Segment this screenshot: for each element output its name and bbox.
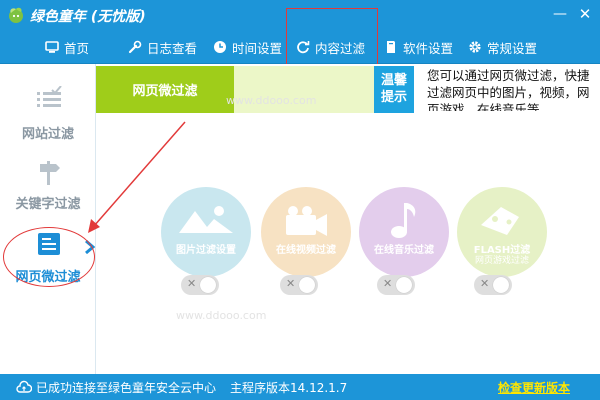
nav-item-label: 日志查看 [147, 40, 198, 56]
app-logo-icon [9, 7, 23, 23]
nav-item-software-settings[interactable]: 软件设置 [384, 30, 453, 64]
picture-filter-button[interactable]: 图片过滤设置 [161, 187, 251, 277]
toggle-off-icon: ✕ [480, 277, 490, 290]
tip-text: 您可以通过网页微过滤，快捷过滤网页中的图片，视频，网页游戏，在线音乐等 [427, 68, 590, 111]
toggle-off-icon: ✕ [383, 277, 393, 290]
sidebar-item-keyword-filter[interactable]: 关键字过滤 [0, 159, 96, 221]
tab-webpage-micro-filter[interactable]: 网页微过滤 [96, 66, 234, 113]
nav-item-label: 软件设置 [403, 40, 454, 56]
close-button[interactable]: ✕ [575, 4, 595, 24]
nav-item-label: 首页 [64, 40, 90, 56]
sidebar-item-label: 网页微过滤 [15, 270, 81, 285]
list-check-icon [37, 86, 62, 107]
feature-label: 在线视频过滤 [276, 245, 336, 256]
feature-label: 图片过滤设置 [176, 245, 236, 256]
video-filter-toggle[interactable]: ✕ [280, 275, 318, 295]
sub-tab-bar: 网页微过滤 [96, 66, 374, 113]
nav-item-label: 内容过滤 [315, 40, 366, 56]
clock-icon [213, 40, 227, 54]
nav-item-content-filter[interactable]: 内容过滤 [286, 8, 378, 65]
cloud-icon [16, 380, 32, 393]
video-filter-button[interactable]: 在线视频过滤 [261, 187, 351, 277]
content-panel: 网页微过滤 温馨 提示 您可以通过网页微过滤，快捷过滤网页中的图片，视频，网页游… [96, 64, 600, 374]
gear-icon [468, 40, 482, 54]
video-camera-icon [286, 206, 327, 236]
flash-filter-toggle[interactable]: ✕ [474, 275, 512, 295]
main-nav: 首页 日志查看 时间设置 内容过滤 软件设置 常规设置 [0, 8, 600, 92]
feature-sublabel: 网页游戏过滤 [474, 256, 529, 266]
nav-item-home[interactable]: 首页 [45, 30, 89, 64]
sidebar-item-label: 关键字过滤 [15, 197, 81, 212]
signpost-icon [40, 161, 60, 185]
tip-label-line: 温馨 [380, 73, 407, 88]
sidebar-item-label: 网站过滤 [21, 127, 74, 142]
toggle-off-icon: ✕ [286, 277, 296, 290]
filter-sidebar: 网站过滤 关键字过滤 网页微过滤 [0, 64, 96, 374]
wrench-icon [128, 40, 142, 54]
flash-filter-button[interactable]: FLASH过滤 网页游戏过滤 [457, 187, 547, 277]
title-bar: 绿色童年 (无忧版) — ✕ [0, 0, 600, 30]
music-filter-toggle[interactable]: ✕ [377, 275, 415, 295]
nav-item-label: 时间设置 [232, 40, 283, 56]
music-note-icon [391, 203, 416, 238]
book-icon [384, 40, 398, 54]
toggle-knob [493, 277, 509, 293]
nav-item-logs[interactable]: 日志查看 [128, 30, 197, 64]
feature-label: 在线音乐过滤 [374, 245, 434, 256]
status-bar: 已成功连接至绿色童年安全云中心 主程序版本14.12.1.7 检查更新版本 [0, 374, 600, 400]
nav-item-time-settings[interactable]: 时间设置 [213, 30, 282, 64]
toggle-off-icon: ✕ [187, 277, 197, 290]
monitor-icon [45, 40, 59, 54]
toggle-knob [200, 277, 216, 293]
sidebar-item-webpage-micro-filter[interactable]: 网页微过滤 [0, 229, 96, 291]
version-text: 主程序版本14.12.1.7 [230, 381, 348, 395]
toggle-knob [299, 277, 315, 293]
tip-label: 温馨 提示 [374, 66, 414, 113]
refresh-icon [296, 40, 310, 54]
watermark: www.ddooo.com [176, 309, 267, 322]
sidebar-item-website-filter[interactable]: 网站过滤 [0, 86, 96, 148]
music-filter-button[interactable]: 在线音乐过滤 [359, 187, 449, 277]
webpage-icon [38, 233, 60, 255]
nav-item-label: 常规设置 [487, 40, 538, 56]
minimize-button[interactable]: — [550, 4, 570, 24]
toggle-knob [396, 277, 412, 293]
picture-filter-toggle[interactable]: ✕ [181, 275, 219, 295]
tip-label-line: 提示 [380, 90, 407, 105]
check-update-link[interactable]: 检查更新版本 [498, 379, 570, 396]
connection-status: 已成功连接至绿色童年安全云中心 [36, 381, 217, 395]
picture-icon [179, 206, 233, 233]
chevron-right-icon [85, 240, 95, 254]
app-title: 绿色童年 (无忧版) [30, 9, 146, 25]
nav-item-general-settings[interactable]: 常规设置 [468, 30, 537, 64]
